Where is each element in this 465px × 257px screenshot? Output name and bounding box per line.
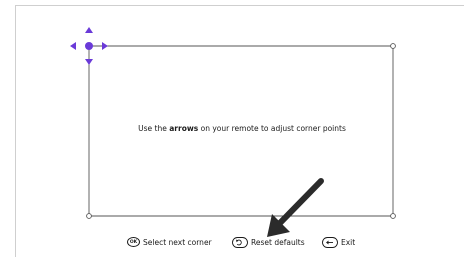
- back-key-spacer: [322, 237, 341, 247]
- footer-hints: OK Select next corner Reset defaults Exi…: [0, 235, 465, 249]
- arrow-down-icon: [85, 59, 93, 65]
- reset-defaults-hint[interactable]: Reset defaults: [232, 235, 305, 249]
- exit-hint[interactable]: Exit: [322, 235, 355, 249]
- exit-label: Exit: [341, 237, 356, 247]
- select-next-corner-label: Select next corner: [143, 237, 212, 247]
- instruction-text: Use the arrows on your remote to adjust …: [90, 124, 394, 133]
- corner-point-top-right[interactable]: [390, 43, 396, 49]
- arrow-right-icon: [102, 42, 108, 50]
- instruction-text-after: on your remote to adjust corner points: [198, 124, 346, 133]
- instruction-text-bold: arrows: [169, 124, 199, 133]
- reset-defaults-label: Reset defaults: [251, 237, 305, 247]
- pointer-arrow-icon: [267, 178, 324, 237]
- corner-point-bottom-right[interactable]: [390, 213, 396, 219]
- instruction-text-before: Use the: [138, 124, 170, 133]
- corner-adjust-screen: Use the arrows on your remote to adjust …: [0, 0, 465, 257]
- reset-key-spacer: [232, 237, 251, 247]
- selected-corner-dot[interactable]: [85, 42, 93, 50]
- arrow-up-icon: [85, 27, 93, 33]
- arrow-left-icon: [70, 42, 76, 50]
- ok-key-icon: OK: [127, 237, 140, 247]
- select-next-corner-hint[interactable]: OK Select next corner: [127, 235, 212, 249]
- corner-point-bottom-left[interactable]: [86, 213, 92, 219]
- corner-point-top-left-selected[interactable]: [70, 27, 108, 65]
